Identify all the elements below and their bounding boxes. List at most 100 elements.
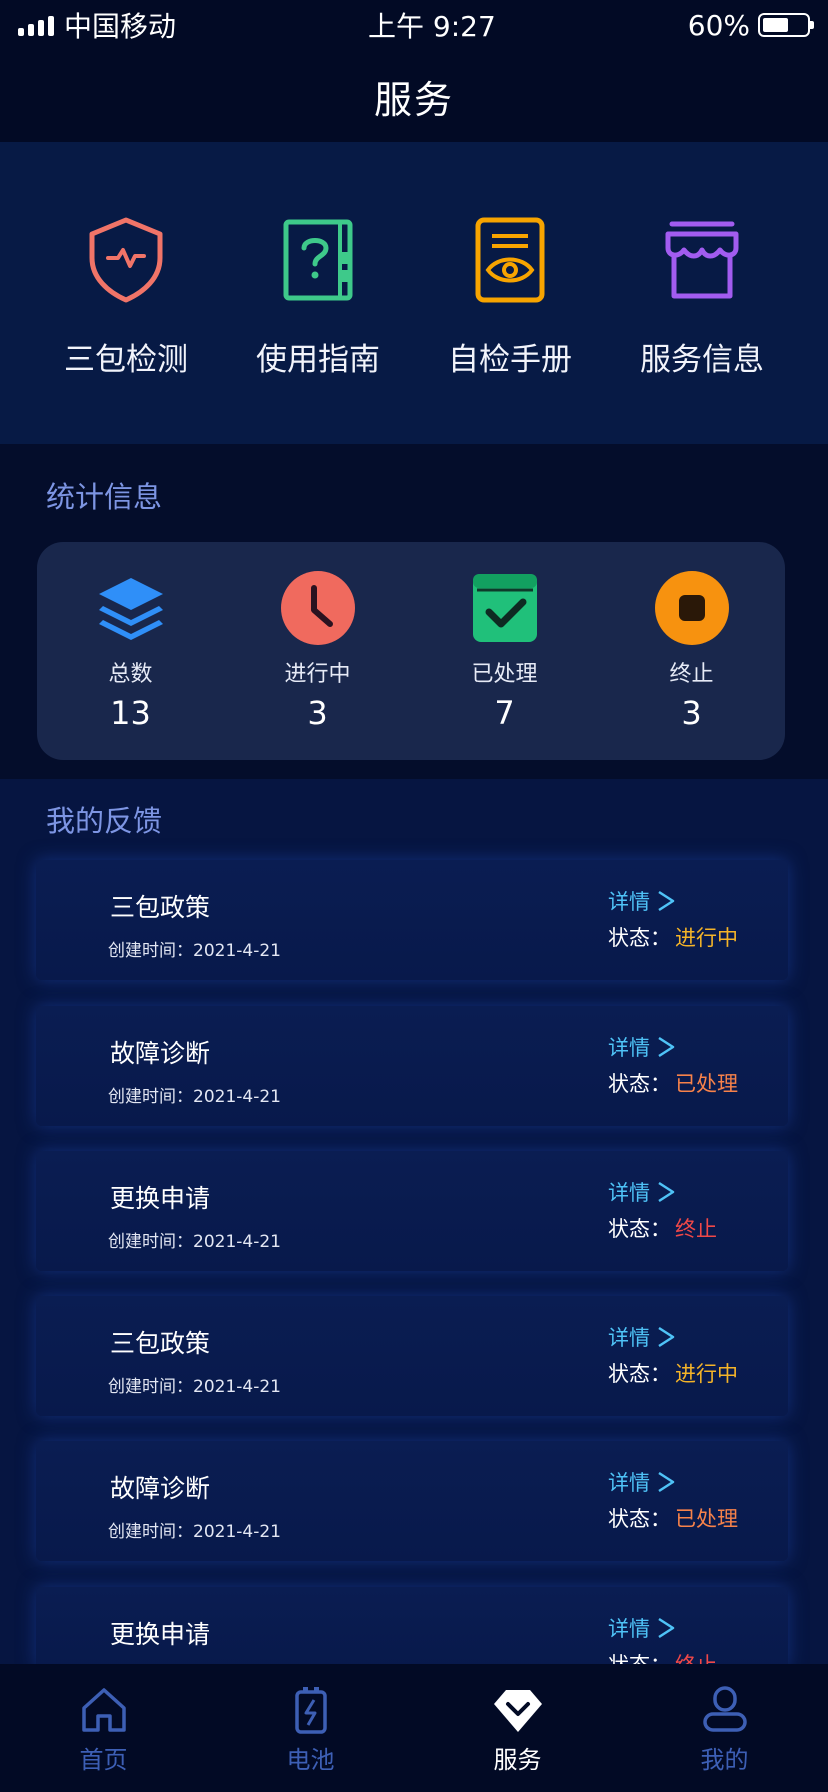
feedback-status-prefix: 状态：	[608, 1217, 671, 1241]
carrier-name: 中国移动	[64, 10, 177, 43]
stat-processed[interactable]: 已处理 7	[430, 570, 580, 732]
tab-battery[interactable]: 电池	[241, 1684, 381, 1775]
feedback-item[interactable]: 故障诊断 创建时间：2021-4-21 详情 状态： 已处理	[36, 1441, 788, 1561]
check-calendar-icon	[472, 574, 537, 642]
chevron-right-icon	[658, 1036, 675, 1058]
feedback-status-value: 终止	[675, 1217, 717, 1241]
chevron-right-icon	[658, 890, 675, 912]
status-bar: 中国移动 上午 9:27 60%	[0, 0, 828, 50]
service-label: 三包检测	[64, 342, 188, 378]
signal-icon	[18, 14, 54, 36]
service-user-guide[interactable]: 使用指南	[228, 212, 408, 379]
tab-service[interactable]: 服务	[448, 1684, 588, 1775]
service-self-check-manual[interactable]: 自检手册	[420, 212, 600, 379]
feedback-status-prefix: 状态：	[608, 926, 671, 950]
stop-icon	[654, 571, 729, 645]
feedback-detail-link[interactable]: 详情	[608, 1322, 676, 1352]
chevron-right-icon	[658, 1471, 675, 1493]
feedback-item[interactable]: 故障诊断 创建时间：2021-4-21 详情 状态： 已处理	[36, 1006, 788, 1126]
feedback-date: 创建时间：2021-4-21	[108, 941, 281, 961]
stats-card: 总数 13 进行中 3 已处理 7 终止 3	[37, 542, 785, 760]
tab-label: 我的	[700, 1746, 749, 1774]
feedback-title: 三包政策	[110, 1329, 211, 1358]
stat-label: 总数	[108, 662, 153, 687]
store-icon	[665, 221, 739, 299]
service-diamond-icon	[493, 1690, 542, 1732]
feedback-status-prefix: 状态：	[608, 1362, 671, 1386]
help-book-icon	[283, 219, 353, 301]
service-label: 使用指南	[256, 342, 380, 378]
stats-section-title: 统计信息	[46, 480, 163, 514]
feedback-detail-label: 详情	[608, 890, 650, 914]
feedback-date: 创建时间：2021-4-21	[108, 1522, 281, 1542]
feedback-status-value: 已处理	[675, 1072, 738, 1096]
home-icon	[81, 1688, 126, 1732]
feedback-detail-label: 详情	[608, 1617, 650, 1641]
battery-icon	[758, 13, 814, 37]
page-header: 服务	[0, 50, 828, 142]
stat-value: 3	[307, 694, 328, 732]
stat-total[interactable]: 总数 13	[56, 570, 206, 732]
tab-label: 电池	[286, 1746, 335, 1774]
feedback-detail-label: 详情	[608, 1326, 650, 1350]
chevron-right-icon	[658, 1181, 675, 1203]
layers-icon	[98, 578, 163, 640]
feedback-detail-label: 详情	[608, 1471, 650, 1495]
stat-value: 7	[494, 694, 515, 732]
feedback-detail-link[interactable]: 详情	[608, 1177, 676, 1207]
stat-value: 3	[681, 694, 702, 732]
feedback-title: 更换申请	[110, 1620, 211, 1649]
feedback-date: 创建时间：2021-4-21	[108, 1087, 281, 1107]
tab-mine[interactable]: 我的	[655, 1684, 795, 1775]
chevron-right-icon	[658, 1617, 675, 1639]
tab-home[interactable]: 首页	[34, 1684, 174, 1775]
battery-percent: 60%	[687, 8, 750, 42]
feedback-item[interactable]: 更换申请 创建时间：2021-4-21 详情 状态：终止	[36, 1151, 788, 1271]
stat-value: 13	[110, 694, 151, 732]
feedback-date: 创建时间：2021-4-21	[108, 1232, 281, 1252]
feedback-status-value: 进行中	[675, 926, 738, 950]
page-title: 服务	[373, 77, 454, 122]
feedback-status: 状态： 已处理	[608, 1503, 738, 1533]
feedback-detail-link[interactable]: 详情	[608, 1613, 676, 1643]
shield-pulse-icon	[89, 217, 163, 303]
feedback-item[interactable]: 三包政策 创建时间：2021-4-21 详情 状态： 进行中	[36, 860, 788, 980]
tab-bar: 首页 电池 服务 我的	[0, 1664, 828, 1792]
status-right: 60%	[687, 8, 814, 42]
service-label: 自检手册	[448, 342, 572, 378]
stat-terminated[interactable]: 终止 3	[617, 570, 767, 732]
feedback-detail-link[interactable]: 详情	[608, 1032, 676, 1062]
service-grid: 三包检测 使用指南 自检手册 服务信息	[0, 142, 828, 444]
feedback-status-prefix: 状态：	[608, 1507, 671, 1531]
service-label: 服务信息	[640, 342, 764, 378]
feedback-title: 三包政策	[110, 893, 211, 922]
feedback-item[interactable]: 更换申请 创建时间：2021-4-21 详情 状态：终止	[36, 1587, 788, 1688]
status-left: 中国移动	[18, 5, 176, 45]
feedback-title: 故障诊断	[110, 1039, 211, 1068]
chevron-right-icon	[658, 1326, 675, 1348]
feedback-status: 状态： 进行中	[608, 922, 738, 952]
eye-manual-icon	[475, 217, 545, 303]
tab-label: 服务	[493, 1746, 542, 1774]
status-time: 上午 9:27	[368, 10, 496, 43]
feedback-status: 状态： 已处理	[608, 1068, 738, 1098]
stat-label: 已处理	[471, 662, 538, 687]
feedback-date: 创建时间：2021-4-21	[108, 1377, 281, 1397]
feedback-section-title: 我的反馈	[46, 804, 163, 838]
feedback-detail-link[interactable]: 详情	[608, 1467, 676, 1497]
stat-label: 终止	[669, 662, 714, 687]
feedback-detail-label: 详情	[608, 1036, 650, 1060]
feedback-status-value: 进行中	[675, 1362, 738, 1386]
battery-bolt-icon	[294, 1687, 327, 1734]
service-warranty-check[interactable]: 三包检测	[36, 212, 216, 379]
feedback-item[interactable]: 三包政策 创建时间：2021-4-21 详情 状态： 进行中	[36, 1296, 788, 1416]
feedback-status: 状态：终止	[608, 1213, 717, 1243]
stat-in-progress[interactable]: 进行中 3	[243, 570, 393, 732]
feedback-status-prefix: 状态：	[608, 1072, 671, 1096]
service-info[interactable]: 服务信息	[612, 212, 792, 379]
clock-icon	[280, 571, 355, 645]
profile-icon	[702, 1686, 747, 1732]
feedback-title: 故障诊断	[110, 1474, 211, 1503]
feedback-detail-link[interactable]: 详情	[608, 886, 676, 916]
feedback-status: 状态： 进行中	[608, 1358, 738, 1388]
